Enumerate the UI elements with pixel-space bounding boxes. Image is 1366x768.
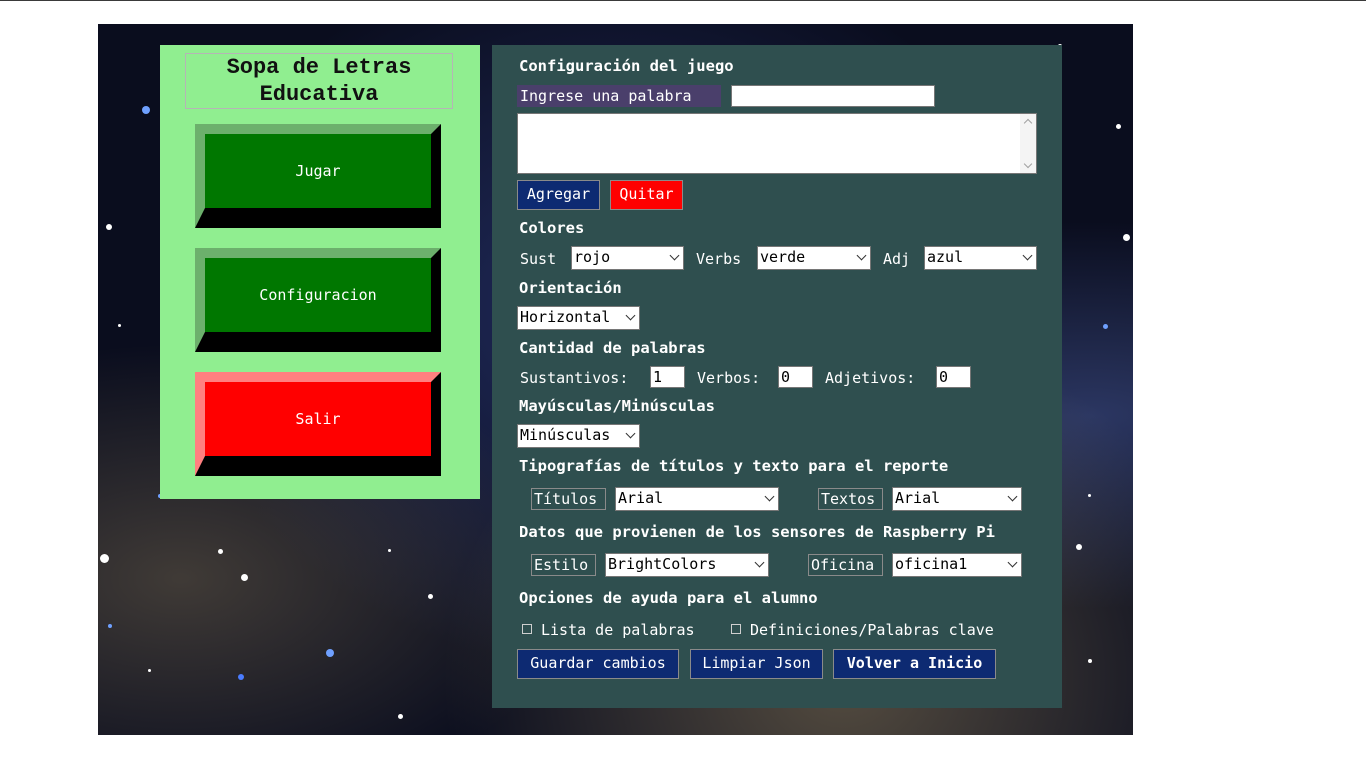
- style-select[interactable]: BrightColors: [605, 553, 769, 577]
- star: [1076, 544, 1082, 550]
- fonts-heading: Tipografías de títulos y texto para el r…: [519, 457, 949, 475]
- chevron-down-icon: [754, 557, 765, 568]
- adj-color-value: azul: [927, 248, 964, 266]
- word-input-label: Ingrese una palabra: [517, 85, 721, 107]
- save-changes-button[interactable]: Guardar cambios: [517, 649, 679, 679]
- chevron-down-icon: [625, 428, 636, 439]
- star: [238, 674, 244, 680]
- word-list-textarea[interactable]: [517, 113, 1037, 174]
- titles-font-value: Arial: [618, 489, 664, 507]
- game-title: Sopa de Letras Educativa: [185, 53, 453, 109]
- star: [118, 324, 121, 327]
- adjs-count-input[interactable]: 0: [936, 366, 971, 388]
- titles-font-label: Títulos: [531, 488, 606, 510]
- adjs-count-label: Adjetivos:: [825, 369, 916, 387]
- configuration-button[interactable]: Configuracion: [195, 248, 441, 352]
- star: [1123, 234, 1130, 241]
- office-label: Oficina: [808, 554, 883, 576]
- nouns-count-label: Sustantivos:: [520, 369, 629, 387]
- scroll-up-icon[interactable]: [1023, 118, 1033, 128]
- texts-font-value: Arial: [895, 489, 941, 507]
- clear-json-button[interactable]: Limpiar Json: [690, 649, 823, 679]
- case-heading: Mayúsculas/Minúsculas: [519, 397, 715, 415]
- noun-color-label: Sust: [520, 250, 557, 268]
- star: [241, 574, 248, 581]
- window-top-border: [0, 0, 1366, 1]
- chevron-down-icon: [1022, 250, 1033, 261]
- exit-button[interactable]: Salir: [195, 372, 441, 476]
- colors-heading: Colores: [519, 219, 585, 237]
- verbs-count-input[interactable]: 0: [778, 366, 813, 388]
- star: [106, 224, 112, 230]
- office-select[interactable]: oficina1: [892, 553, 1022, 577]
- star: [1088, 659, 1092, 663]
- noun-color-value: rojo: [574, 248, 611, 266]
- star: [142, 106, 150, 114]
- style-label: Estilo: [531, 554, 596, 576]
- nouns-count-input[interactable]: 1: [650, 366, 685, 388]
- star: [388, 549, 391, 552]
- help-heading: Opciones de ayuda para el alumno: [519, 589, 818, 607]
- texts-font-label: Textos: [818, 488, 883, 510]
- definitions-checkbox[interactable]: [731, 624, 741, 634]
- sensors-heading: Datos que provienen de los sensores de R…: [519, 523, 995, 541]
- play-button[interactable]: Jugar: [195, 124, 441, 228]
- chevron-down-icon: [1007, 557, 1018, 568]
- verb-color-label: Verbs: [696, 250, 742, 268]
- noun-color-select[interactable]: rojo: [571, 246, 684, 270]
- star: [108, 624, 112, 628]
- chevron-down-icon: [1007, 491, 1018, 502]
- word-input[interactable]: [731, 85, 935, 107]
- star: [100, 554, 109, 563]
- verbs-count-label: Verbos:: [697, 369, 761, 387]
- orientation-value: Horizontal: [520, 308, 611, 326]
- verb-color-value: verde: [760, 248, 806, 266]
- configuration-button-label: Configuracion: [259, 286, 377, 304]
- case-value: Minúsculas: [520, 426, 611, 444]
- textarea-scrollbar[interactable]: [1020, 114, 1036, 173]
- titles-font-select[interactable]: Arial: [615, 487, 779, 511]
- definitions-checkbox-label: Definiciones/Palabras clave: [750, 621, 994, 639]
- star: [1116, 124, 1121, 129]
- back-to-home-button[interactable]: Volver a Inicio: [833, 649, 996, 679]
- office-value: oficina1: [895, 555, 968, 573]
- word-list-checkbox-label: Lista de palabras: [541, 621, 695, 639]
- star: [1103, 324, 1108, 329]
- word-count-heading: Cantidad de palabras: [519, 339, 706, 357]
- chevron-down-icon: [856, 250, 867, 261]
- orientation-heading: Orientación: [519, 279, 622, 297]
- exit-button-label: Salir: [295, 410, 341, 428]
- star: [428, 594, 433, 599]
- chevron-down-icon: [625, 310, 636, 321]
- verb-color-select[interactable]: verde: [757, 246, 871, 270]
- adj-color-label: Adj: [883, 250, 911, 268]
- texts-font-select[interactable]: Arial: [892, 487, 1022, 511]
- case-select[interactable]: Minúsculas: [517, 424, 640, 448]
- star: [1088, 494, 1091, 497]
- orientation-select[interactable]: Horizontal: [517, 306, 640, 330]
- star: [326, 649, 334, 657]
- chevron-down-icon: [764, 491, 775, 502]
- remove-word-button[interactable]: Quitar: [610, 180, 683, 210]
- style-value: BrightColors: [608, 555, 717, 573]
- star: [398, 714, 403, 719]
- star: [148, 669, 151, 672]
- add-word-button[interactable]: Agregar: [517, 180, 600, 210]
- star: [218, 549, 223, 554]
- config-heading: Configuración del juego: [519, 57, 734, 75]
- chevron-down-icon: [669, 250, 680, 261]
- word-list-checkbox[interactable]: [522, 624, 532, 634]
- scroll-down-icon[interactable]: [1023, 159, 1033, 169]
- play-button-label: Jugar: [295, 162, 341, 180]
- adj-color-select[interactable]: azul: [924, 246, 1037, 270]
